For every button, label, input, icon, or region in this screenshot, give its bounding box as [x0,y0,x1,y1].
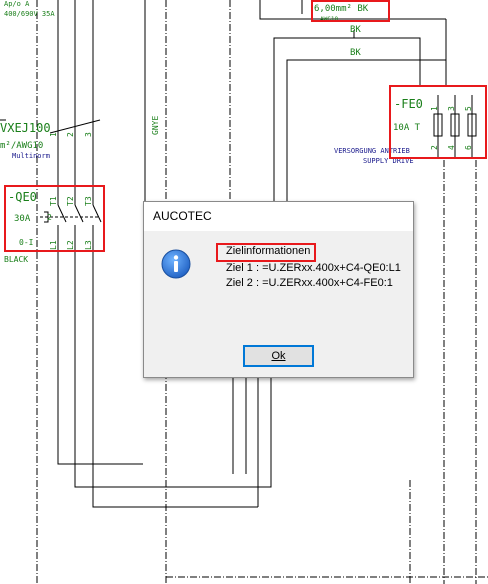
aucotec-dialog: AUCOTEC Zielinformationen Ziel 1 : =U.ZE… [143,201,414,378]
cable-awg-label: m²/AWG10 [0,141,43,151]
ok-button[interactable]: Ok [243,345,314,367]
top-partial-2: 400/690V 35A [4,10,55,18]
bk-label-2: BK [350,48,361,58]
dialog-line-1: Ziel 1 : =U.ZERxx.400x+C4-QE0:L1 [226,262,401,274]
dialog-body: Zielinformationen Ziel 1 : =U.ZERxx.400x… [144,231,413,377]
top-partial-1: Ap/o A [4,0,30,8]
fuse-highlight [389,85,487,159]
ok-button-label: Ok [271,350,286,362]
dialog-line-2: Ziel 2 : =U.ZERxx.400x+C4-FE0:1 [226,277,393,289]
gnye-label: GNYE [151,116,160,135]
cable-core-3: 3 [84,132,93,137]
cable-id-label: VXEJ100 [0,121,51,135]
cable-maker-label: Multinorm [12,152,50,160]
qe-color-label: BLACK [4,255,28,264]
bk-label-1: BK [350,25,361,35]
wire-size-highlight [311,0,390,22]
heading-highlight [216,243,316,262]
cable-core-2: 2 [66,132,75,137]
information-icon [161,249,191,279]
cable-core-1: 1 [49,132,58,137]
dialog-title: AUCOTEC [144,202,413,231]
qe-highlight [4,185,105,252]
